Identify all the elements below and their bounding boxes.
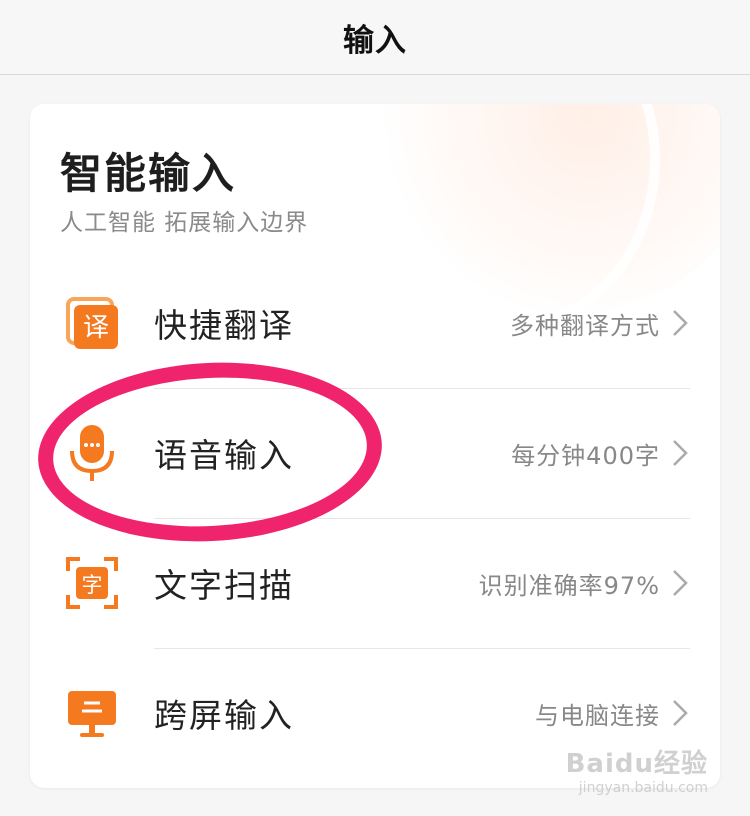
translate-icon: 译 (64, 295, 120, 351)
list-item-label: 文字扫描 (154, 566, 294, 605)
chevron-right-icon (668, 568, 692, 598)
list-item-description: 多种翻译方式 (510, 311, 660, 340)
list-item-description: 与电脑连接 (535, 701, 660, 730)
chevron-right-icon (668, 438, 692, 468)
card-subtitle: 人工智能 拓展输入边界 (60, 210, 309, 236)
list-item-label: 跨屏输入 (154, 696, 294, 735)
list-item-description: 识别准确率97% (478, 571, 660, 600)
svg-text:译: 译 (83, 313, 109, 343)
text-scan-icon: 字 (64, 555, 120, 611)
watermark-url: jingyan.baidu.com (578, 780, 708, 796)
page-title: 输入 (343, 22, 407, 59)
svg-text:字: 字 (82, 573, 103, 597)
top-navigation-bar: 输入 (0, 0, 750, 75)
chevron-right-icon (668, 308, 692, 338)
watermark-logo-text: Baidu经验 (565, 749, 708, 779)
chevron-right-icon (668, 698, 692, 728)
list-item-description: 每分钟400字 (511, 441, 660, 470)
card-title: 智能输入 (60, 149, 237, 198)
list-item-text-scan[interactable]: 字 文字扫描 识别准确率97% (30, 518, 720, 648)
list-item-label: 快捷翻译 (154, 306, 294, 345)
watermark: Baidu经验 jingyan.baidu.com (566, 743, 708, 796)
monitor-icon (64, 685, 120, 741)
list-item-quick-translate[interactable]: 译 快捷翻译 多种翻译方式 (30, 258, 720, 388)
